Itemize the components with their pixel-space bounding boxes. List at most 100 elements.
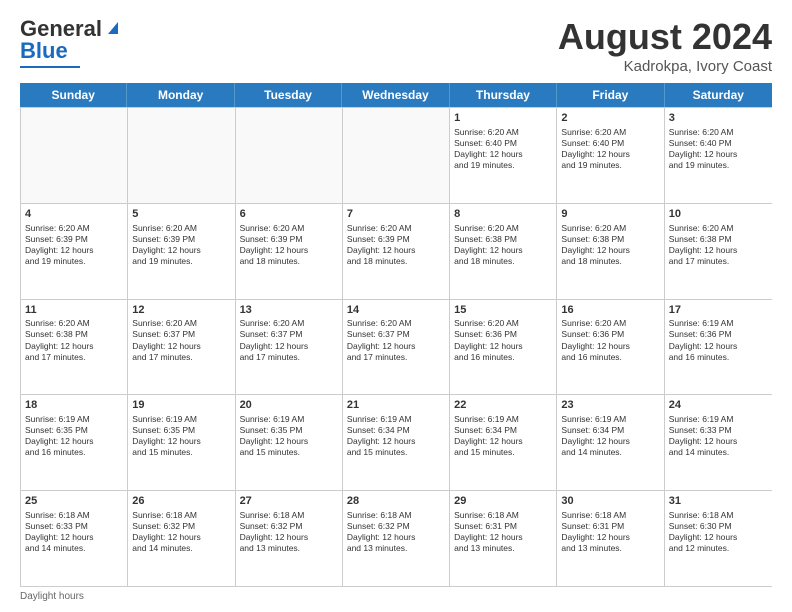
calendar-body: 1Sunrise: 6:20 AM Sunset: 6:40 PM Daylig…: [20, 107, 772, 587]
day-info: Sunrise: 6:18 AM Sunset: 6:30 PM Dayligh…: [669, 510, 768, 554]
table-row: [21, 108, 128, 203]
table-row: 5Sunrise: 6:20 AM Sunset: 6:39 PM Daylig…: [128, 204, 235, 299]
day-number: 21: [347, 398, 445, 413]
table-row: 14Sunrise: 6:20 AM Sunset: 6:37 PM Dayli…: [343, 300, 450, 395]
table-row: 7Sunrise: 6:20 AM Sunset: 6:39 PM Daylig…: [343, 204, 450, 299]
table-row: 13Sunrise: 6:20 AM Sunset: 6:37 PM Dayli…: [236, 300, 343, 395]
day-number: 22: [454, 398, 552, 413]
day-info: Sunrise: 6:20 AM Sunset: 6:37 PM Dayligh…: [132, 318, 230, 362]
calendar-row-4: 18Sunrise: 6:19 AM Sunset: 6:35 PM Dayli…: [21, 394, 772, 490]
footer: Daylight hours: [20, 591, 772, 602]
day-info: Sunrise: 6:19 AM Sunset: 6:33 PM Dayligh…: [669, 414, 768, 458]
table-row: 15Sunrise: 6:20 AM Sunset: 6:36 PM Dayli…: [450, 300, 557, 395]
table-row: 3Sunrise: 6:20 AM Sunset: 6:40 PM Daylig…: [665, 108, 772, 203]
header-monday: Monday: [127, 83, 234, 107]
day-number: 14: [347, 303, 445, 318]
logo-underline: [20, 66, 80, 68]
daylight-hours-label: Daylight hours: [20, 591, 84, 602]
table-row: 31Sunrise: 6:18 AM Sunset: 6:30 PM Dayli…: [665, 491, 772, 586]
day-number: 12: [132, 303, 230, 318]
table-row: 20Sunrise: 6:19 AM Sunset: 6:35 PM Dayli…: [236, 395, 343, 490]
day-number: 4: [25, 207, 123, 222]
table-row: 10Sunrise: 6:20 AM Sunset: 6:38 PM Dayli…: [665, 204, 772, 299]
table-row: 6Sunrise: 6:20 AM Sunset: 6:39 PM Daylig…: [236, 204, 343, 299]
table-row: 16Sunrise: 6:20 AM Sunset: 6:36 PM Dayli…: [557, 300, 664, 395]
day-number: 9: [561, 207, 659, 222]
day-number: 26: [132, 494, 230, 509]
day-info: Sunrise: 6:19 AM Sunset: 6:35 PM Dayligh…: [240, 414, 338, 458]
calendar-row-1: 1Sunrise: 6:20 AM Sunset: 6:40 PM Daylig…: [21, 107, 772, 203]
day-number: 2: [561, 111, 659, 126]
day-number: 16: [561, 303, 659, 318]
table-row: 27Sunrise: 6:18 AM Sunset: 6:32 PM Dayli…: [236, 491, 343, 586]
table-row: 28Sunrise: 6:18 AM Sunset: 6:32 PM Dayli…: [343, 491, 450, 586]
header-tuesday: Tuesday: [235, 83, 342, 107]
header-friday: Friday: [557, 83, 664, 107]
day-info: Sunrise: 6:20 AM Sunset: 6:37 PM Dayligh…: [240, 318, 338, 362]
day-info: Sunrise: 6:20 AM Sunset: 6:39 PM Dayligh…: [347, 223, 445, 267]
table-row: [343, 108, 450, 203]
day-info: Sunrise: 6:20 AM Sunset: 6:38 PM Dayligh…: [454, 223, 552, 267]
day-number: 29: [454, 494, 552, 509]
day-number: 11: [25, 303, 123, 318]
header-saturday: Saturday: [665, 83, 772, 107]
page: General Blue August 2024 Kadrokpa, Ivory…: [0, 0, 792, 612]
day-number: 7: [347, 207, 445, 222]
day-number: 18: [25, 398, 123, 413]
day-number: 28: [347, 494, 445, 509]
day-info: Sunrise: 6:19 AM Sunset: 6:34 PM Dayligh…: [454, 414, 552, 458]
table-row: 23Sunrise: 6:19 AM Sunset: 6:34 PM Dayli…: [557, 395, 664, 490]
day-info: Sunrise: 6:20 AM Sunset: 6:38 PM Dayligh…: [561, 223, 659, 267]
day-info: Sunrise: 6:20 AM Sunset: 6:38 PM Dayligh…: [669, 223, 768, 267]
day-number: 10: [669, 207, 768, 222]
location-subtitle: Kadrokpa, Ivory Coast: [558, 58, 772, 75]
table-row: 21Sunrise: 6:19 AM Sunset: 6:34 PM Dayli…: [343, 395, 450, 490]
day-info: Sunrise: 6:18 AM Sunset: 6:32 PM Dayligh…: [240, 510, 338, 554]
calendar-header: Sunday Monday Tuesday Wednesday Thursday…: [20, 83, 772, 107]
header-wednesday: Wednesday: [342, 83, 449, 107]
day-number: 24: [669, 398, 768, 413]
table-row: 8Sunrise: 6:20 AM Sunset: 6:38 PM Daylig…: [450, 204, 557, 299]
day-info: Sunrise: 6:20 AM Sunset: 6:36 PM Dayligh…: [561, 318, 659, 362]
day-info: Sunrise: 6:20 AM Sunset: 6:38 PM Dayligh…: [25, 318, 123, 362]
day-info: Sunrise: 6:18 AM Sunset: 6:32 PM Dayligh…: [132, 510, 230, 554]
title-area: August 2024 Kadrokpa, Ivory Coast: [558, 16, 772, 75]
day-info: Sunrise: 6:20 AM Sunset: 6:40 PM Dayligh…: [669, 127, 768, 171]
header: General Blue August 2024 Kadrokpa, Ivory…: [20, 16, 772, 75]
calendar-row-5: 25Sunrise: 6:18 AM Sunset: 6:33 PM Dayli…: [21, 490, 772, 586]
day-number: 23: [561, 398, 659, 413]
table-row: 17Sunrise: 6:19 AM Sunset: 6:36 PM Dayli…: [665, 300, 772, 395]
day-number: 3: [669, 111, 768, 126]
day-number: 1: [454, 111, 552, 126]
day-info: Sunrise: 6:18 AM Sunset: 6:33 PM Dayligh…: [25, 510, 123, 554]
day-info: Sunrise: 6:20 AM Sunset: 6:36 PM Dayligh…: [454, 318, 552, 362]
day-number: 27: [240, 494, 338, 509]
logo-blue-text: Blue: [20, 38, 68, 64]
table-row: 25Sunrise: 6:18 AM Sunset: 6:33 PM Dayli…: [21, 491, 128, 586]
day-number: 30: [561, 494, 659, 509]
table-row: 4Sunrise: 6:20 AM Sunset: 6:39 PM Daylig…: [21, 204, 128, 299]
day-number: 31: [669, 494, 768, 509]
day-number: 15: [454, 303, 552, 318]
table-row: [128, 108, 235, 203]
logo-triangle-icon: [104, 18, 122, 36]
day-number: 17: [669, 303, 768, 318]
day-number: 5: [132, 207, 230, 222]
header-thursday: Thursday: [450, 83, 557, 107]
day-info: Sunrise: 6:19 AM Sunset: 6:36 PM Dayligh…: [669, 318, 768, 362]
day-info: Sunrise: 6:19 AM Sunset: 6:35 PM Dayligh…: [25, 414, 123, 458]
calendar-row-2: 4 Sunrise: 6:20 AM Sunset: 6:39 PM Daylig…: [21, 203, 772, 299]
table-row: 9Sunrise: 6:20 AM Sunset: 6:38 PM Daylig…: [557, 204, 664, 299]
day-number: 8: [454, 207, 552, 222]
table-row: 2Sunrise: 6:20 AM Sunset: 6:40 PM Daylig…: [557, 108, 664, 203]
month-year-title: August 2024: [558, 16, 772, 58]
calendar-row-3: 11Sunrise: 6:20 AM Sunset: 6:38 PM Dayli…: [21, 299, 772, 395]
table-row: 1Sunrise: 6:20 AM Sunset: 6:40 PM Daylig…: [450, 108, 557, 203]
table-row: 11Sunrise: 6:20 AM Sunset: 6:38 PM Dayli…: [21, 300, 128, 395]
table-row: 12Sunrise: 6:20 AM Sunset: 6:37 PM Dayli…: [128, 300, 235, 395]
table-row: 22Sunrise: 6:19 AM Sunset: 6:34 PM Dayli…: [450, 395, 557, 490]
day-number: 13: [240, 303, 338, 318]
day-info: Sunrise: 6:20 AM Sunset: 6:40 PM Dayligh…: [454, 127, 552, 171]
day-info: Sunrise: 6:18 AM Sunset: 6:31 PM Dayligh…: [561, 510, 659, 554]
table-row: 19Sunrise: 6:19 AM Sunset: 6:35 PM Dayli…: [128, 395, 235, 490]
